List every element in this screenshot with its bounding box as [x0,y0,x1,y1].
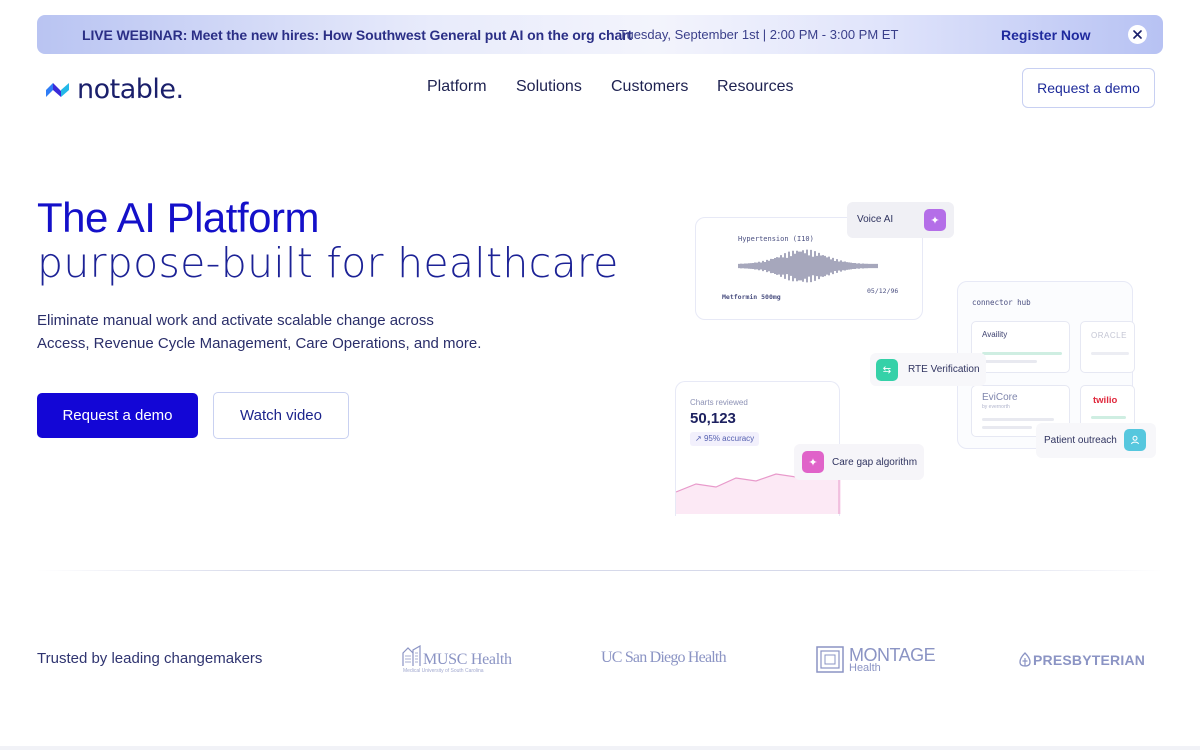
care-gap-tag: ✦ Care gap algorithm [794,444,924,480]
voice-ai-tag: Voice AI ✦ [847,202,954,238]
hero-subtitle: purpose-built for healthcare [37,239,619,287]
hero-request-demo-button[interactable]: Request a demo [37,393,198,438]
evicore-label: EviCore [982,392,1018,403]
uc-san-diego-health-logo: UC San Diego Health [601,649,727,666]
person-icon [1124,429,1146,451]
montage-square-icon [816,646,844,673]
hero-title: The AI Platform [37,194,319,241]
availity-label: Availity [982,330,1008,339]
oracle-tile: ORACLE [1080,321,1135,373]
trusted-label: Trusted by leading changemakers [37,650,263,667]
nav-solutions[interactable]: Solutions [516,78,582,96]
accuracy-text: 95% accuracy [703,434,755,443]
webinar-banner: LIVE WEBINAR: Meet the new hires: How So… [37,15,1163,54]
connector-hub-title: connector hub [972,298,1031,307]
hero-description-line: Eliminate manual work and activate scala… [37,312,434,329]
evicore-sub: by evernorth [982,404,1010,410]
charts-value: 50,123 [690,410,736,427]
sparkle-icon: ✦ [802,451,824,473]
nav-customers[interactable]: Customers [611,78,688,96]
bottom-edge [0,746,1200,750]
medication-text: Metformin 500mg [722,293,781,301]
diagnosis-text: Hypertension (I10) [738,235,814,243]
rte-label: RTE Verification [908,364,980,375]
musc-health-logo: MUSC Health Medical University of South … [402,644,512,676]
musc-sub: Medical University of South Carolina [403,668,484,674]
notable-logo[interactable]: notable. [45,74,184,105]
montage-sub: Health [849,662,881,674]
voice-ai-label: Voice AI [857,214,894,225]
twilio-label: twilio [1093,395,1118,406]
montage-health-logo: MONTAGE Health [816,645,936,675]
charts-label: Charts reviewed [690,398,748,407]
presbyterian-flame-icon [1019,652,1031,667]
close-icon[interactable] [1128,25,1147,44]
rte-verification-tag: ⇆ RTE Verification [870,353,986,386]
accuracy-badge: ↗ 95% accuracy [690,432,760,446]
swap-icon: ⇆ [876,359,898,381]
presbyterian-name: PRESBYTERIAN [1033,652,1146,668]
logo-mark-icon [46,82,69,97]
presbyterian-logo: PRESBYTERIAN [1019,652,1146,670]
sparkle-icon: ✦ [924,209,946,231]
header-request-demo-button[interactable]: Request a demo [1022,68,1155,108]
banner-title[interactable]: LIVE WEBINAR: Meet the new hires: How So… [82,27,632,43]
register-now-link[interactable]: Register Now [1001,27,1090,43]
date-text: 05/12/96 [867,287,899,295]
product-illustration: Hypertension (I10) Metformin 500mg 05/12… [660,195,1170,525]
waveform-icon [738,249,878,283]
musc-building-icon [402,645,421,666]
patient-outreach-tag: Patient outreach [1036,423,1156,458]
care-gap-label: Care gap algorithm [832,457,918,468]
nav-platform[interactable]: Platform [427,78,487,96]
logo-text: notable. [77,74,184,105]
section-divider [37,570,1163,571]
patient-outreach-label: Patient outreach [1044,435,1117,446]
musc-name: MUSC Health [423,651,512,668]
watch-video-button[interactable]: Watch video [213,392,349,439]
hero-description: Eliminate manual work and activate scala… [37,309,507,355]
nav-resources[interactable]: Resources [717,78,793,96]
hero-description-line: Access, Revenue Cycle Management, Care O… [37,335,482,352]
oracle-label: ORACLE [1091,331,1127,340]
banner-date: Tuesday, September 1st | 2:00 PM - 3:00 … [619,27,899,42]
